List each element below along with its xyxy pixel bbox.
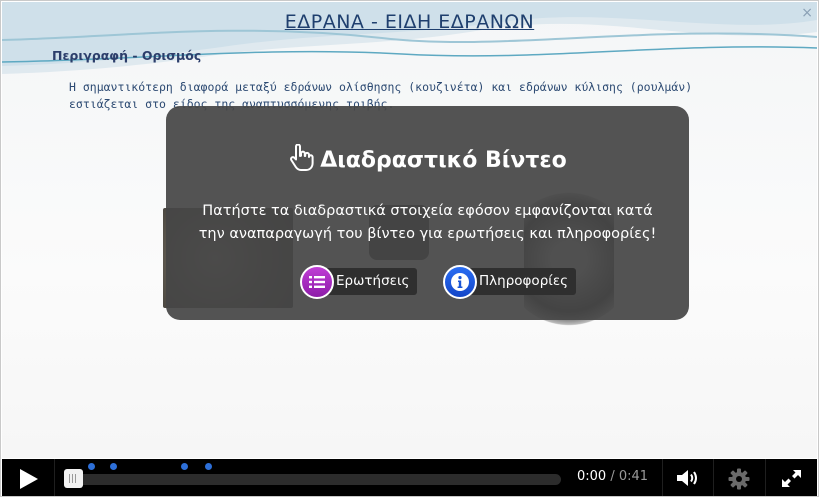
controls-divider [662,459,663,496]
info-icon [443,264,477,299]
time-display: 0:00 / 0:41 [577,469,648,484]
dialog-title: Διαδραστικό Βίντεο [166,144,689,173]
controls-divider [54,459,55,496]
gear-icon[interactable] [728,468,750,490]
player-controls-bar: 0:00 / 0:41 [2,459,817,496]
dialog-description: Πατήστε τα διαδραστικά στοιχεία εφόσον ε… [176,200,679,246]
time-separator: / [610,469,615,484]
questions-label: Ερωτήσεις [322,268,418,295]
dialog-description-line: Πατήστε τα διαδραστικά στοιχεία εφόσον ε… [202,203,653,219]
video-player: ΕΔΡΑΝΑ - ΕΙΔΗ ΕΔΡΑΝΩΝ × Περιγραφή - Ορισ… [0,0,819,497]
info-button[interactable]: Πληροφορίες [443,264,577,299]
interaction-marker[interactable] [181,463,188,470]
fullscreen-icon[interactable] [781,469,802,488]
controls-divider [765,459,766,496]
progress-track[interactable] [65,474,561,485]
pointing-hand-icon [290,144,314,171]
list-icon [300,264,334,299]
volume-icon[interactable] [676,468,700,488]
duration: 0:41 [618,469,649,484]
play-icon[interactable] [16,468,40,490]
slide-text-line: Η σημαντικότερη διαφορά μεταξύ εδράνων ο… [69,80,693,94]
interaction-marker[interactable] [205,463,212,470]
dialog-title-text: Διαδραστικό Βίντεο [320,148,567,173]
progress-handle[interactable] [64,469,83,488]
slide-close-icon: × [801,5,813,21]
current-time: 0:00 [577,469,607,484]
slide-subtitle: Περιγραφή - Ορισμός [52,48,202,63]
questions-button[interactable]: Ερωτήσεις [300,264,418,299]
info-label: Πληροφορίες [465,268,577,295]
interaction-marker[interactable] [110,463,117,470]
interactive-video-dialog: Διαδραστικό Βίντεο Πατήστε τα διαδραστικ… [166,106,689,320]
interaction-marker[interactable] [88,463,95,470]
controls-divider [713,459,714,496]
slide-title: ΕΔΡΑΝΑ - ΕΙΔΗ ΕΔΡΑΝΩΝ [284,11,535,33]
dialog-description-line: την αναπαραγωγή του βίντεο για ερωτήσεις… [198,226,657,242]
